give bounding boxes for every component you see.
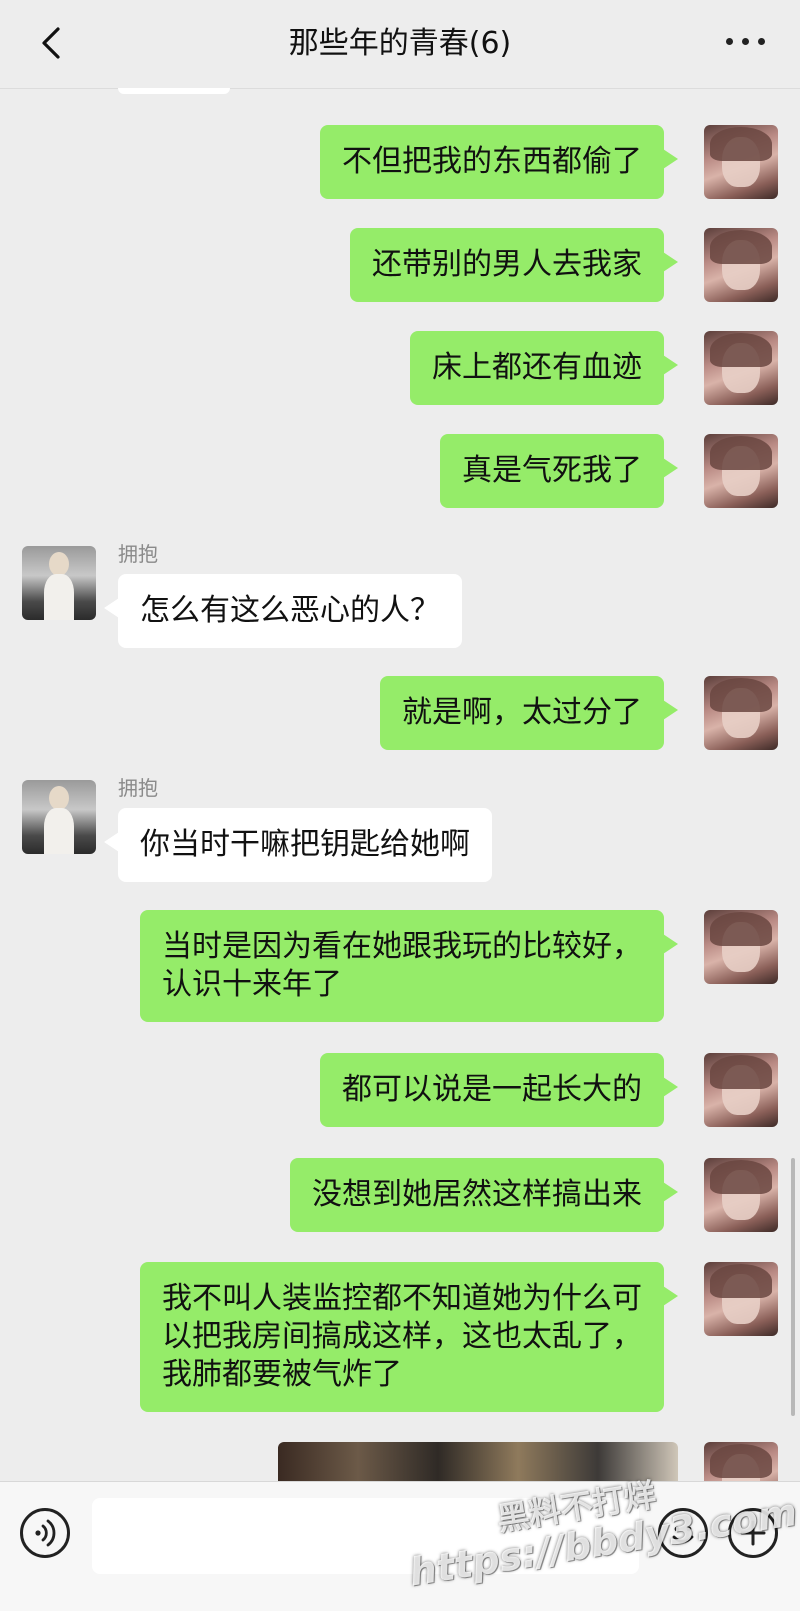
avatar[interactable]: [704, 125, 778, 199]
avatar[interactable]: [704, 228, 778, 302]
avatar[interactable]: [704, 910, 778, 984]
previous-bubble-fragment: [118, 88, 230, 94]
message-bubble[interactable]: 真是气死我了: [440, 434, 678, 508]
avatar[interactable]: [704, 676, 778, 750]
message-bubble[interactable]: 没想到她居然这样搞出来: [290, 1158, 678, 1232]
avatar[interactable]: [22, 546, 96, 620]
more-dots-icon[interactable]: [726, 38, 766, 48]
message-bubble[interactable]: 你当时干嘛把钥匙给她啊: [104, 808, 492, 882]
sender-name: 拥抱: [118, 776, 158, 800]
message-bubble[interactable]: 床上都还有血迹: [410, 331, 678, 405]
message-bubble[interactable]: 当时是因为看在她跟我玩的比较好， 认识十来年了: [140, 910, 678, 1022]
chat-title: 那些年的青春(6): [288, 26, 512, 61]
avatar[interactable]: [704, 1053, 778, 1127]
message-bubble[interactable]: 怎么有这么恶心的人？: [104, 574, 462, 648]
sender-name: 拥抱: [118, 542, 158, 566]
chat-header: 那些年的青春(6): [0, 0, 800, 89]
avatar[interactable]: [704, 434, 778, 508]
message-bubble[interactable]: 我不叫人装监控都不知道她为什么可 以把我房间搞成这样，这也太乱了， 我肺都要被气…: [140, 1262, 678, 1412]
message-list[interactable]: 不但把我的东西都偷了 还带别的男人去我家 床上都还有血迹 真是气死我了 拥抱 怎…: [0, 88, 800, 1481]
scrollbar[interactable]: [791, 1158, 795, 1416]
avatar[interactable]: [704, 1158, 778, 1232]
avatar[interactable]: [704, 331, 778, 405]
message-bubble[interactable]: 都可以说是一起长大的: [320, 1053, 678, 1127]
message-bubble[interactable]: 就是啊，太过分了: [380, 676, 678, 750]
message-bubble[interactable]: 还带别的男人去我家: [350, 228, 678, 302]
avatar[interactable]: [22, 780, 96, 854]
avatar[interactable]: [704, 1262, 778, 1336]
voice-icon[interactable]: [20, 1508, 70, 1558]
message-bubble[interactable]: 不但把我的东西都偷了: [320, 125, 678, 199]
